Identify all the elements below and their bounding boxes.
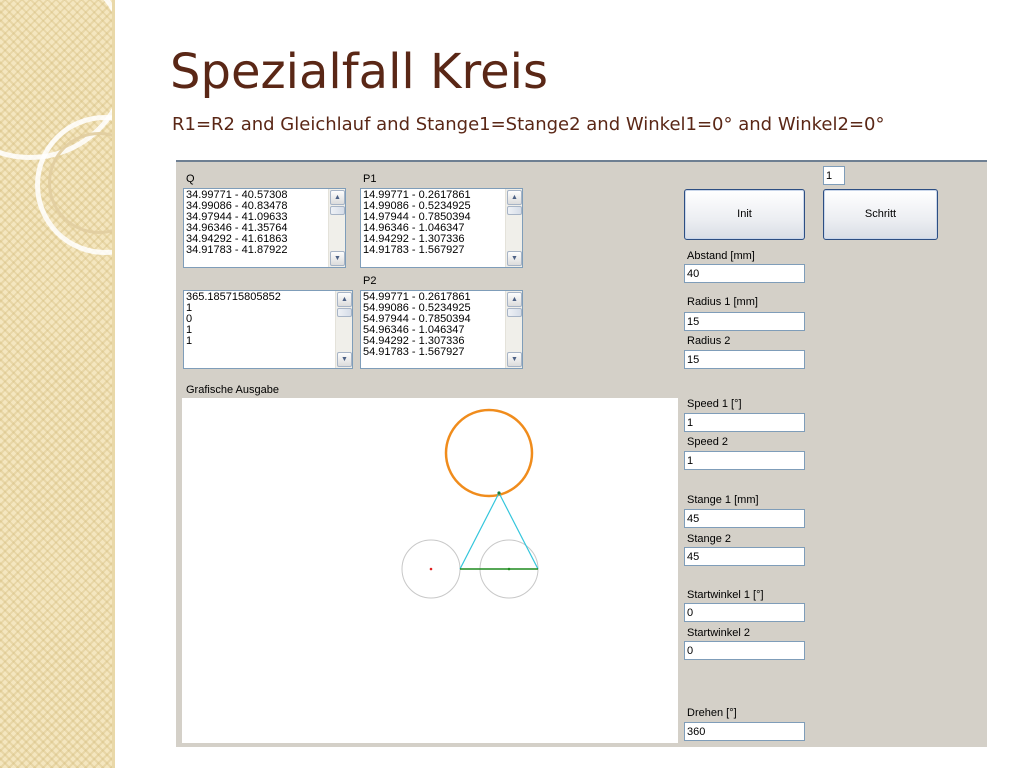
scroll-thumb[interactable] [337, 308, 352, 317]
scroll-up-icon[interactable]: ▲ [337, 292, 352, 307]
p2-listbox[interactable]: 54.99771 - 0.2617861 54.99086 - 0.5234925… [360, 290, 523, 369]
p2-list-label: P2 [363, 275, 377, 287]
scroll-down-icon[interactable]: ▼ [330, 251, 345, 266]
q-listbox[interactable]: 34.99771 - 40.57308 34.99086 - 40.83478 34… [183, 188, 346, 268]
trace-circle [444, 408, 534, 498]
scroll-up-icon[interactable]: ▲ [330, 190, 345, 205]
scroll-down-icon[interactable]: ▼ [507, 352, 522, 367]
list-item[interactable]: 34.91783 - 41.87922 [186, 245, 327, 256]
left-center-dot [429, 567, 433, 571]
scroll-up-icon[interactable]: ▲ [507, 190, 522, 205]
p2-scrollbar[interactable]: ▲ ▼ [505, 291, 522, 368]
joint-point [497, 491, 501, 495]
graphic-output-canvas [182, 398, 678, 743]
mechanism-drawing [401, 408, 539, 599]
speed2-field[interactable]: 1 [684, 451, 805, 470]
stange2-field[interactable]: 45 [684, 547, 805, 566]
stange2-label: Stange 2 [687, 533, 732, 545]
speed1-field[interactable]: 1 [684, 413, 805, 432]
app-window: Q P1 P2 34.99771 - 40.57308 34.99086 - 40… [176, 160, 987, 747]
scroll-down-icon[interactable]: ▼ [337, 352, 352, 367]
q-scrollbar[interactable]: ▲ ▼ [328, 189, 345, 267]
list-item[interactable]: 0 [186, 314, 334, 325]
q-list-label: Q [186, 173, 195, 185]
startwinkel2-label: Startwinkel 2 [687, 627, 750, 639]
scroll-thumb[interactable] [330, 206, 345, 215]
step-button[interactable]: Schritt [823, 189, 938, 240]
step-count-field[interactable]: 1 [823, 166, 845, 185]
radius2-field[interactable]: 15 [684, 350, 805, 369]
rod-left [459, 492, 500, 570]
stange1-label: Stange 1 [mm] [687, 494, 759, 506]
speed1-label: Speed 1 [°] [687, 398, 742, 410]
scroll-thumb[interactable] [507, 206, 522, 215]
init-button[interactable]: Init [684, 189, 805, 240]
misc-listbox[interactable]: 365.185715805852 1 0 1 1 ▲ ▼ [183, 290, 353, 369]
abstand-label: Abstand [mm] [687, 250, 755, 262]
scroll-thumb[interactable] [507, 308, 522, 317]
stange1-field[interactable]: 45 [684, 509, 805, 528]
side-strip-edge [112, 0, 115, 768]
abstand-field[interactable]: 40 [684, 264, 805, 283]
slide-subtitle: R1=R2 and Gleichlauf and Stange1=Stange2… [172, 114, 885, 135]
list-item[interactable]: 1 [186, 336, 334, 347]
misc-list-items: 365.185715805852 1 0 1 1 [186, 292, 334, 347]
list-item[interactable]: 365.185715805852 [186, 292, 334, 303]
decorative-side-strip [0, 0, 112, 768]
q-list-items: 34.99771 - 40.57308 34.99086 - 40.83478 34… [186, 190, 327, 256]
speed2-label: Speed 2 [687, 436, 728, 448]
p2-list-items: 54.99771 - 0.2617861 54.99086 - 0.5234925… [363, 292, 504, 358]
list-item[interactable]: 1 [186, 325, 334, 336]
startwinkel1-label: Startwinkel 1 [°] [687, 589, 764, 601]
canvas-label: Grafische Ausgabe [186, 384, 279, 396]
rod-right [498, 492, 539, 570]
radius1-label: Radius 1 [mm] [687, 296, 758, 308]
startwinkel2-field[interactable]: 0 [684, 641, 805, 660]
slide-title: Spezialfall Kreis [170, 44, 549, 100]
misc-scrollbar[interactable]: ▲ ▼ [335, 291, 352, 368]
p1-listbox[interactable]: 14.99771 - 0.2617861 14.99086 - 0.5234925… [360, 188, 523, 268]
radius2-label: Radius 2 [687, 335, 731, 347]
list-item[interactable]: 1 [186, 303, 334, 314]
list-item[interactable]: 14.91783 - 1.567927 [363, 245, 504, 256]
p1-list-label: P1 [363, 173, 377, 185]
drehen-label: Drehen [°] [687, 707, 737, 719]
p1-scrollbar[interactable]: ▲ ▼ [505, 189, 522, 267]
scroll-down-icon[interactable]: ▼ [507, 251, 522, 266]
radius1-field[interactable]: 15 [684, 312, 805, 331]
scroll-up-icon[interactable]: ▲ [507, 292, 522, 307]
p1-list-items: 14.99771 - 0.2617861 14.99086 - 0.5234925… [363, 190, 504, 256]
list-item[interactable]: 54.91783 - 1.567927 [363, 347, 504, 358]
drehen-field[interactable]: 360 [684, 722, 805, 741]
startwinkel1-field[interactable]: 0 [684, 603, 805, 622]
